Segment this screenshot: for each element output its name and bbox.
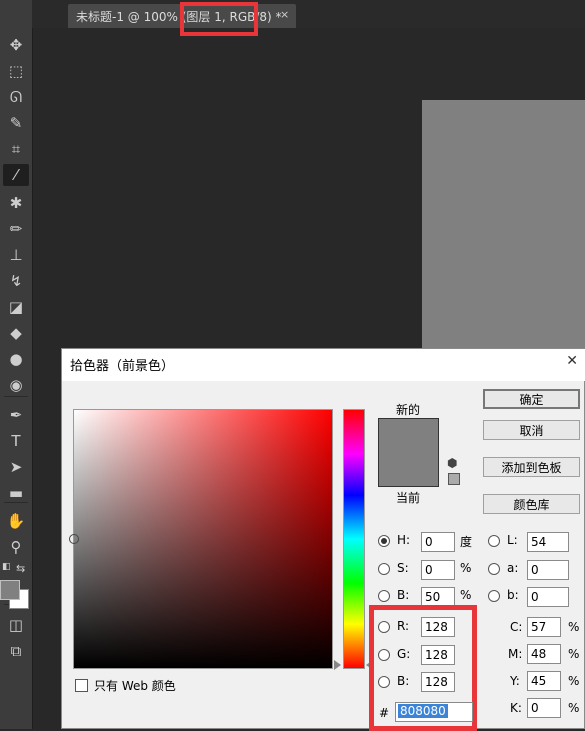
- new-color-swatch: [378, 418, 439, 453]
- brightness-radio[interactable]: [378, 590, 390, 602]
- a-field[interactable]: 0: [527, 560, 569, 580]
- document-tab-bar: 未标题-1 @ 100% (图层 1, RGB/8) * ×: [32, 0, 585, 28]
- h-radio[interactable]: [378, 535, 390, 547]
- ok-button[interactable]: 确定: [483, 389, 580, 409]
- s-radio[interactable]: [378, 563, 390, 575]
- hand-tool-icon[interactable]: ✋: [3, 510, 29, 532]
- y-unit: %: [568, 674, 580, 688]
- healing-brush-tool-icon[interactable]: ✱: [3, 192, 29, 214]
- k-unit: %: [568, 701, 580, 715]
- hex-field[interactable]: 808080: [395, 702, 473, 722]
- quick-mask-icon[interactable]: ◫: [3, 614, 29, 636]
- crop-tool-icon[interactable]: ⌗: [3, 138, 29, 160]
- blur-tool-icon[interactable]: ●: [3, 348, 29, 370]
- l-field[interactable]: 54: [527, 532, 569, 552]
- c-unit: %: [568, 620, 580, 634]
- m-label: M:: [508, 647, 523, 661]
- color-picker-dialog: 拾色器（前景色） ✕ 新的 当前 ⬢ 确定 取消 添加到色板 颜色库 H: 0 …: [61, 348, 585, 731]
- m-field[interactable]: 48: [527, 644, 561, 664]
- eyedropper-tool-icon[interactable]: ⁄: [3, 164, 29, 186]
- foreground-color-swatch[interactable]: [0, 580, 20, 600]
- s-unit: %: [460, 561, 472, 575]
- lab-b-field[interactable]: 0: [527, 587, 569, 607]
- lab-b-radio[interactable]: [488, 590, 500, 602]
- eraser-tool-icon[interactable]: ◪: [3, 296, 29, 318]
- l-radio[interactable]: [488, 535, 500, 547]
- gamut-warning-cube-icon[interactable]: ⬢: [447, 456, 457, 470]
- tab-close-icon[interactable]: ×: [280, 8, 289, 21]
- quick-select-tool-icon[interactable]: ✎: [3, 112, 29, 134]
- k-label: K:: [510, 701, 522, 715]
- y-label: Y:: [510, 674, 520, 688]
- clone-stamp-tool-icon[interactable]: ⊥: [3, 244, 29, 266]
- close-icon[interactable]: ✕: [566, 353, 578, 369]
- history-brush-tool-icon[interactable]: ↯: [3, 270, 29, 292]
- current-color-swatch[interactable]: [378, 452, 439, 487]
- highlight-box-color-mode: [180, 2, 258, 36]
- web-colors-only-label: 只有 Web 颜色: [94, 679, 176, 693]
- color-field-marker[interactable]: [69, 534, 79, 544]
- lab-b-label: b:: [507, 588, 519, 602]
- move-tool-icon[interactable]: ✥: [3, 34, 29, 56]
- hue-slider-left-arrow[interactable]: [334, 660, 341, 670]
- web-colors-only-checkbox[interactable]: [75, 679, 88, 692]
- dodge-tool-icon[interactable]: ◉: [3, 374, 29, 396]
- brightness-label: B:: [397, 588, 410, 602]
- current-color-label: 当前: [396, 491, 421, 505]
- hex-hash-label: #: [379, 706, 390, 720]
- web-safe-square-icon[interactable]: [448, 473, 460, 485]
- tool-separator: [4, 396, 28, 397]
- h-unit: 度: [460, 535, 473, 549]
- brightness-unit: %: [460, 588, 472, 602]
- s-label: S:: [397, 561, 409, 575]
- dialog-title: 拾色器（前景色）: [70, 359, 175, 374]
- brush-tool-icon[interactable]: ✏: [3, 218, 29, 240]
- path-select-tool-icon[interactable]: ➤: [3, 456, 29, 478]
- hue-slider[interactable]: [343, 409, 365, 669]
- screen-mode-icon[interactable]: ⧉: [3, 640, 29, 662]
- cancel-button[interactable]: 取消: [483, 420, 580, 440]
- color-field[interactable]: [73, 409, 333, 669]
- swap-colors-icon[interactable]: ⇆: [16, 562, 25, 575]
- tools-panel: ✥ ⬚ ᘏ ✎ ⌗ ⁄ ✱ ✏ ⊥ ↯ ◪ ◆ ● ◉ ✒ T ➤ ▬ ✋ ⚲ ◫ ⧉: [0, 0, 33, 729]
- lasso-tool-icon[interactable]: ᘏ: [3, 86, 29, 108]
- brightness-field[interactable]: 50: [421, 587, 455, 607]
- type-tool-icon[interactable]: T: [3, 430, 29, 452]
- h-label: H:: [397, 533, 411, 547]
- add-to-swatches-button[interactable]: 添加到色板: [483, 457, 580, 477]
- new-color-label: 新的: [396, 403, 421, 417]
- a-label: a:: [507, 561, 519, 575]
- y-field[interactable]: 45: [527, 671, 561, 691]
- rectangle-tool-icon[interactable]: ▬: [3, 482, 29, 504]
- s-field[interactable]: 0: [421, 560, 455, 580]
- c-label: C:: [510, 620, 523, 634]
- hex-value: 808080: [398, 704, 448, 718]
- c-field[interactable]: 57: [527, 617, 561, 637]
- pen-tool-icon[interactable]: ✒: [3, 404, 29, 426]
- m-unit: %: [568, 647, 580, 661]
- color-libraries-button[interactable]: 颜色库: [483, 494, 580, 514]
- paint-bucket-tool-icon[interactable]: ◆: [3, 322, 29, 344]
- document-canvas[interactable]: [422, 100, 585, 360]
- zoom-tool-icon[interactable]: ⚲: [3, 536, 29, 558]
- a-radio[interactable]: [488, 563, 500, 575]
- k-field[interactable]: 0: [527, 698, 561, 718]
- h-field[interactable]: 0: [421, 532, 455, 552]
- marquee-tool-icon[interactable]: ⬚: [3, 60, 29, 82]
- default-colors-icon[interactable]: ◧: [2, 562, 11, 572]
- l-label: L:: [507, 533, 518, 547]
